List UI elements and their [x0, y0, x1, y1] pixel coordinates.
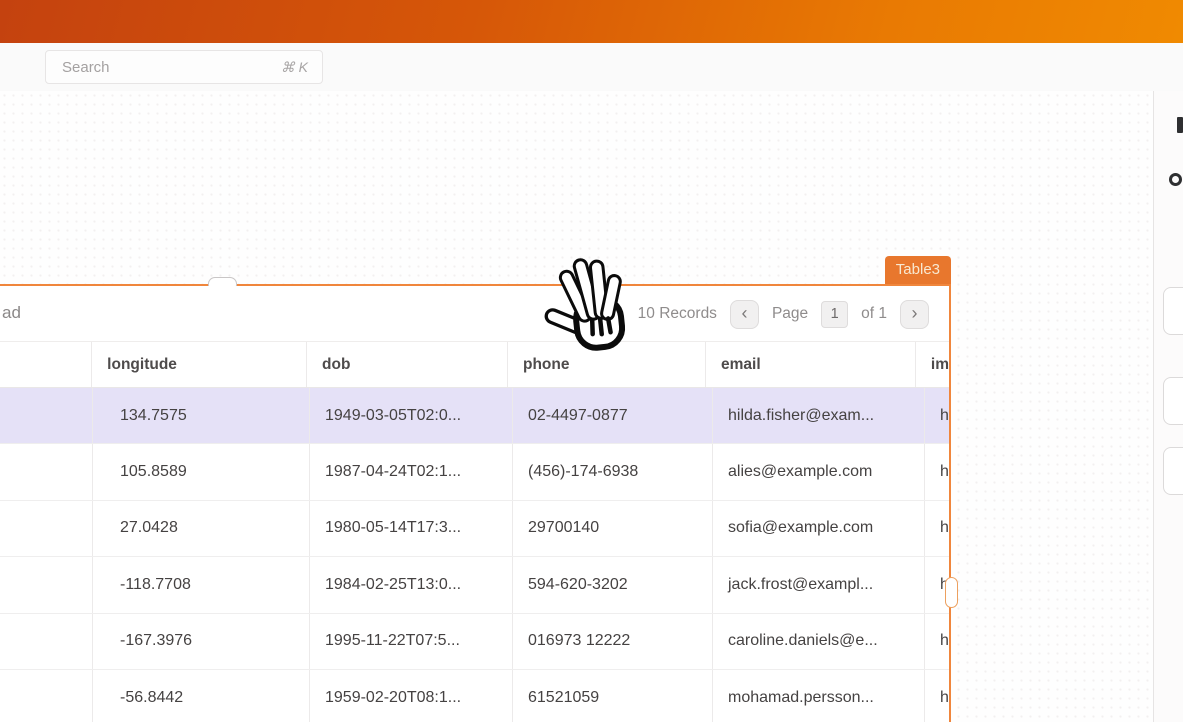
page-number-input[interactable]: 1 [821, 301, 848, 328]
table-header-row: longitude dob phone email im [0, 341, 949, 388]
app-canvas[interactable]: Table3 ad 10 Records ‹ Page 1 of 1 › [0, 91, 1153, 722]
table-row[interactable]: -118.7708 1984-02-25T13:0... 594-620-320… [0, 557, 949, 613]
app-topbar [0, 0, 1183, 43]
search-placeholder: Search [62, 59, 110, 76]
widget-name-tag[interactable]: Table3 [885, 256, 951, 284]
table-row[interactable]: 105.8589 1987-04-24T02:1... (456)-174-69… [0, 444, 949, 500]
next-page-button[interactable]: › [900, 300, 929, 329]
panel-heading-fragment [1177, 117, 1183, 133]
panel-input-fragment[interactable] [1163, 447, 1183, 495]
app-header: Search ⌘ K P [0, 43, 1183, 92]
search-input[interactable]: Search ⌘ K [45, 50, 323, 84]
table-pagination: 10 Records ‹ Page 1 of 1 › [638, 299, 929, 329]
page-label: Page [772, 305, 808, 323]
table-row[interactable]: 27.0428 1980-05-14T17:3... 29700140 sofi… [0, 501, 949, 557]
prev-page-button[interactable]: ‹ [730, 300, 759, 329]
table-row[interactable]: -167.3976 1995-11-22T07:5... 016973 1222… [0, 614, 949, 670]
record-count: 10 Records [638, 305, 717, 323]
table-title-fragment: ad [2, 303, 21, 323]
column-header-longitude[interactable]: longitude [92, 342, 307, 387]
table-widget[interactable]: Table3 ad 10 Records ‹ Page 1 of 1 › [0, 284, 951, 722]
column-header-image[interactable]: im [916, 342, 949, 387]
page-total-label: of 1 [861, 305, 887, 323]
panel-circle-icon [1169, 173, 1182, 186]
resize-handle-right[interactable] [945, 577, 958, 608]
table-row[interactable]: -56.8442 1959-02-20T08:1... 61521059 moh… [0, 670, 949, 722]
column-header-dob[interactable]: dob [307, 342, 508, 387]
pan-hand-cursor [543, 258, 635, 353]
table-row[interactable]: 134.7575 1949-03-05T02:0... 02-4497-0877… [0, 388, 949, 444]
column-header-email[interactable]: email [706, 342, 916, 387]
app-screen: Search ⌘ K P Table3 ad 10 Records ‹ Page [0, 0, 1183, 722]
chevron-right-icon: › [912, 304, 918, 322]
search-shortcut-hint: ⌘ K [281, 59, 308, 76]
property-panel [1154, 91, 1183, 722]
panel-input-fragment[interactable] [1163, 377, 1183, 425]
chevron-left-icon: ‹ [741, 304, 747, 322]
column-header[interactable] [0, 342, 92, 387]
panel-input-fragment[interactable] [1163, 287, 1183, 335]
table-toolbar: ad 10 Records ‹ Page 1 of 1 › [0, 286, 949, 341]
